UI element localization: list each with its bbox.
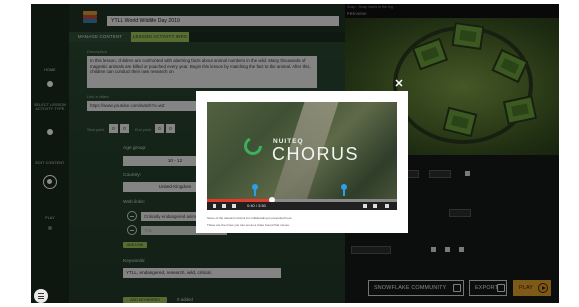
modal-note-1: Some of the relevant content for collabo… xyxy=(207,216,293,220)
modal-note-2: These are the times you can set as a vid… xyxy=(207,223,290,227)
next-icon[interactable] xyxy=(222,204,226,208)
fullscreen-icon[interactable] xyxy=(385,204,389,208)
brand-big-text: CHORUS xyxy=(272,144,360,164)
settings-icon[interactable] xyxy=(373,204,377,208)
close-icon[interactable]: ✕ xyxy=(394,79,404,90)
play-icon[interactable] xyxy=(213,204,216,208)
start-marker-icon[interactable] xyxy=(252,184,258,196)
video-controls: 0:40 / 3:50 xyxy=(207,202,397,210)
captions-icon[interactable] xyxy=(363,204,367,208)
video-player[interactable]: NUITEQ CHORUS xyxy=(207,102,397,210)
menu-icon[interactable] xyxy=(34,289,48,303)
chorus-logo-icon xyxy=(244,137,262,155)
volume-icon[interactable] xyxy=(232,204,236,208)
end-marker-icon[interactable] xyxy=(341,184,347,196)
video-time: 0:40 / 3:50 xyxy=(247,203,266,208)
